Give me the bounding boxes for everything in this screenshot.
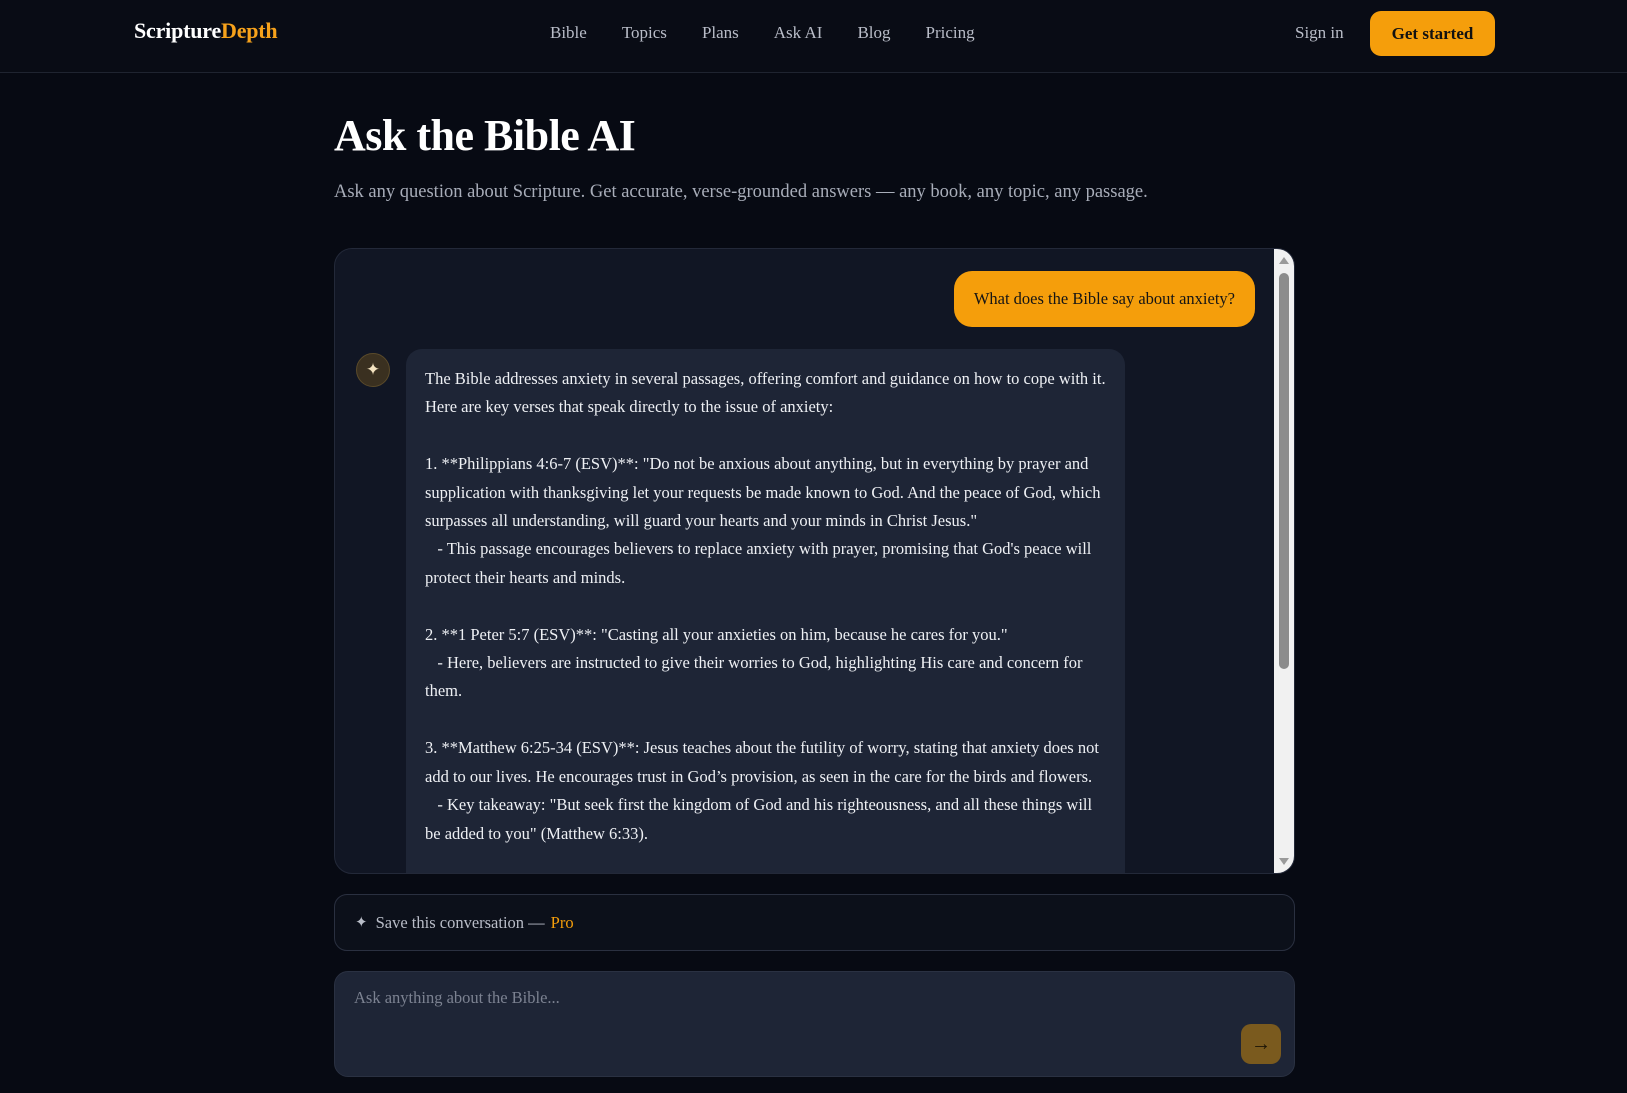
page-title: Ask the Bible AI [334,111,636,160]
scrollbar-thumb[interactable] [1279,273,1289,669]
question-input-box: → [334,971,1295,1077]
save-conversation-bar[interactable]: ✦ Save this conversation — Pro [334,894,1295,951]
question-input[interactable] [354,988,1174,1048]
pro-badge[interactable]: Pro [551,913,574,933]
brand-name-part-1: Scripture [134,18,222,43]
nav-link-bible[interactable]: Bible [550,20,587,46]
send-button[interactable]: → [1241,1024,1281,1064]
scroll-down-arrow-icon[interactable] [1279,858,1289,865]
sparkle-icon: ✦ [356,353,390,387]
chat-panel: What does the Bible say about anxiety? ✦… [334,248,1295,874]
arrow-right-icon: → [1251,1032,1271,1055]
brand-name-part-2: Depth [221,18,278,43]
sign-in-link[interactable]: Sign in [1295,20,1344,46]
main-nav: Bible Topics Plans Ask AI Blog Pricing [550,20,1010,46]
get-started-button[interactable]: Get started [1370,11,1495,56]
save-conversation-label: Save this conversation — [375,912,545,932]
ai-message-bubble: The Bible addresses anxiety in several p… [406,349,1125,873]
sparkle-icon: ✦ [355,915,368,931]
chat-scrollbar[interactable] [1274,249,1294,873]
nav-link-plans[interactable]: Plans [702,20,739,46]
nav-link-ask-ai[interactable]: Ask AI [774,20,823,46]
nav-link-blog[interactable]: Blog [857,20,890,46]
nav-link-pricing[interactable]: Pricing [926,20,975,46]
top-navigation-bar: ScriptureDepth Bible Topics Plans Ask AI… [0,0,1627,73]
scroll-up-arrow-icon[interactable] [1279,257,1289,264]
brand-logo[interactable]: ScriptureDepth [134,18,278,44]
user-message-bubble: What does the Bible say about anxiety? [953,271,1255,327]
nav-link-topics[interactable]: Topics [622,20,667,46]
page-subtitle: Ask any question about Scripture. Get ac… [334,182,1148,202]
